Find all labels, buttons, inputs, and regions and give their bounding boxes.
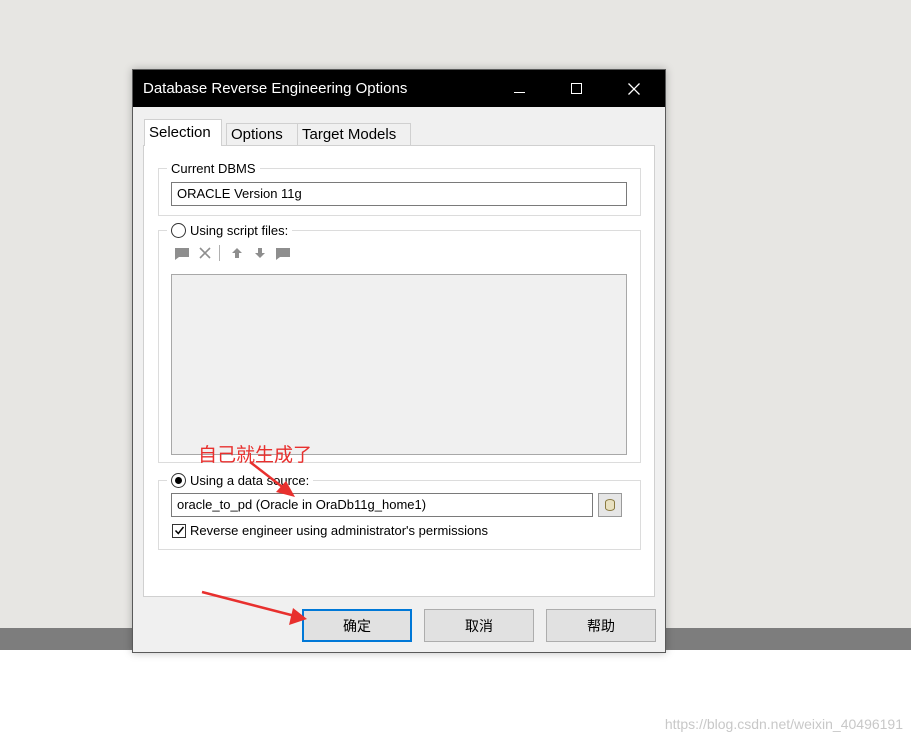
script-files-label: Using script files: bbox=[190, 223, 289, 238]
data-source-radio[interactable] bbox=[171, 473, 186, 488]
reverse-engineering-dialog: Database Reverse Engineering Options Sel… bbox=[132, 69, 666, 653]
admin-permissions-option[interactable]: Reverse engineer using administrator's p… bbox=[172, 523, 488, 538]
close-icon bbox=[628, 82, 640, 95]
script-files-list[interactable] bbox=[171, 274, 627, 455]
data-source-label: Using a data source: bbox=[190, 473, 310, 488]
minimize-icon bbox=[513, 92, 525, 93]
database-icon bbox=[605, 499, 615, 511]
script-toolbar bbox=[173, 245, 297, 261]
delete-icon[interactable] bbox=[196, 245, 214, 261]
current-dbms-field[interactable]: ORACLE Version 11g bbox=[171, 182, 627, 206]
add-file-icon[interactable] bbox=[173, 245, 191, 261]
data-source-option[interactable]: Using a data source: bbox=[167, 473, 314, 488]
title-bar[interactable]: Database Reverse Engineering Options bbox=[133, 70, 665, 107]
script-files-option[interactable]: Using script files: bbox=[167, 223, 293, 238]
current-dbms-legend: Current DBMS bbox=[167, 161, 260, 176]
watermark: https://blog.csdn.net/weixin_40496191 bbox=[664, 716, 903, 732]
tab-options[interactable]: Options bbox=[226, 123, 304, 145]
browse-data-source-button[interactable] bbox=[598, 493, 622, 517]
script-files-group: Using script files: bbox=[158, 223, 641, 463]
data-source-field[interactable]: oracle_to_pd (Oracle in OraDb11g_home1) bbox=[171, 493, 593, 517]
selection-panel: Current DBMS ORACLE Version 11g Using sc… bbox=[143, 145, 655, 597]
admin-permissions-label: Reverse engineer using administrator's p… bbox=[190, 523, 489, 538]
move-up-icon[interactable] bbox=[228, 245, 246, 261]
tab-target-models[interactable]: Target Models bbox=[297, 123, 411, 145]
window-title: Database Reverse Engineering Options bbox=[143, 80, 408, 97]
cancel-button[interactable]: 取消 bbox=[424, 609, 534, 642]
minimize-button[interactable] bbox=[496, 70, 542, 107]
checkmark-icon bbox=[174, 526, 184, 535]
toolbar-separator bbox=[219, 245, 220, 261]
admin-permissions-checkbox[interactable] bbox=[172, 523, 186, 538]
maximize-icon bbox=[570, 83, 582, 94]
close-button[interactable] bbox=[611, 70, 657, 107]
annotation-text: 自己就生成了 bbox=[198, 444, 313, 466]
maximize-button[interactable] bbox=[553, 70, 599, 107]
current-dbms-group: Current DBMS ORACLE Version 11g bbox=[158, 161, 641, 216]
data-source-group: Using a data source: oracle_to_pd (Oracl… bbox=[158, 473, 641, 550]
tab-selection[interactable]: Selection bbox=[144, 119, 222, 146]
edit-file-icon[interactable] bbox=[274, 245, 292, 261]
ok-button[interactable]: 确定 bbox=[302, 609, 412, 642]
move-down-icon[interactable] bbox=[251, 245, 269, 261]
script-files-radio[interactable] bbox=[171, 223, 186, 238]
help-button[interactable]: 帮助 bbox=[546, 609, 656, 642]
